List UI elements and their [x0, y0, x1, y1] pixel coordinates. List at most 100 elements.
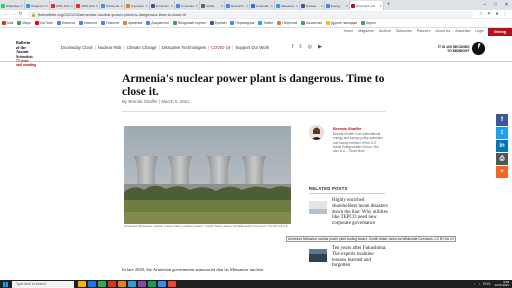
taskbar-app-icon[interactable] — [108, 281, 116, 287]
bookmark-item[interactable]: Документы — [146, 21, 169, 25]
browser-tab[interactable]: Armenia's nuc ✕ — [350, 1, 384, 10]
browser-tab[interactable]: Telegram Web✕ — [25, 1, 50, 10]
top-link[interactable]: Partners — [417, 29, 431, 33]
browser-tab[interactable]: Armenian ✕ — [250, 1, 275, 10]
bulletin-logo[interactable]: Bulletin of the Atomic Scientists 75 yea… — [16, 40, 42, 67]
related-post[interactable]: Highly enriched shareholders mean disast… — [309, 198, 389, 227]
address-bar[interactable]: 🔒 thebulletin.org/2021/03/armenias-nucle… — [28, 10, 473, 18]
browser-tab[interactable]: Аэропорт ✕ — [125, 1, 150, 10]
top-link[interactable]: Subscribe — [396, 29, 412, 33]
top-link[interactable]: Advertise — [455, 29, 470, 33]
related-post[interactable]: Ten years after Fukushima: The experts e… — [309, 246, 389, 269]
tab-close-icon[interactable]: ✕ — [120, 4, 123, 8]
top-link[interactable]: Archive — [379, 29, 391, 33]
related-post-title[interactable]: Ten years after Fukushima: The experts e… — [332, 246, 389, 269]
bookmark-item[interactable]: Новости — [56, 21, 75, 25]
bookmark-item[interactable]: Другие закладки — [326, 21, 357, 25]
volume-icon[interactable]: ♪ — [478, 282, 480, 286]
tab-close-icon[interactable]: ✕ — [45, 4, 48, 8]
browser-tab[interactable]: Nuclear ✕ — [300, 1, 325, 10]
bookmark-item[interactable]: Казахстан — [301, 21, 322, 25]
giving-button[interactable]: Giving — [488, 28, 512, 36]
browser-tab[interactable]: Armenian news✕ — [175, 1, 200, 10]
main-nav-item[interactable]: COVID-19 — [211, 45, 230, 50]
tab-close-icon[interactable]: ✕ — [20, 4, 23, 8]
tab-close-icon[interactable]: ✕ — [379, 4, 382, 8]
taskbar-app-icon[interactable] — [88, 281, 96, 287]
profile-icon[interactable]: ● — [493, 11, 501, 17]
star-icon[interactable]: ☆ — [477, 11, 485, 17]
top-link[interactable]: Home — [344, 29, 354, 33]
main-nav-item[interactable]: Support Our Work — [235, 45, 269, 50]
author-avatar[interactable] — [309, 125, 324, 140]
bookmark-item[interactable]: Ереван — [209, 21, 226, 25]
linkedin-share-icon[interactable]: in — [496, 140, 508, 152]
back-icon[interactable]: ← — [3, 11, 10, 17]
taskbar-app-icon[interactable] — [138, 281, 146, 287]
browser-tab[interactable]: Armenian ✕ — [150, 1, 175, 10]
browser-tab[interactable]: Metsamor ✕ — [275, 1, 300, 10]
bookmark-item[interactable]: Mail — [2, 21, 13, 25]
main-nav-item[interactable]: Disruptive Technologies — [162, 45, 206, 50]
tab-close-icon[interactable]: ✕ — [320, 4, 323, 8]
twitter-share-icon[interactable]: t — [496, 127, 508, 139]
bookmark-item[interactable]: YouTube — [34, 21, 53, 25]
taskbar-app-icon[interactable] — [158, 281, 166, 287]
bookmark-item[interactable]: Новости — [101, 21, 119, 25]
forward-icon[interactable]: → — [10, 11, 17, 17]
close-window-icon[interactable]: ✕ — [501, 0, 512, 10]
instagram-icon[interactable]: ◎ — [308, 44, 312, 50]
tab-close-icon[interactable]: ✕ — [295, 4, 298, 8]
browser-tab[interactable]: WhatsApp ✕ — [0, 1, 25, 10]
taskbar-app-icon[interactable] — [128, 281, 136, 287]
minimize-icon[interactable]: – — [479, 0, 490, 10]
twitter-icon[interactable]: 𝕥 — [299, 44, 301, 50]
browser-tab[interactable]: Energy ✕ — [325, 1, 350, 10]
top-link[interactable]: Login — [475, 29, 484, 33]
taskbar-app-icon[interactable] — [98, 281, 106, 287]
top-link[interactable]: About Us — [435, 29, 450, 33]
bookmark-item[interactable]: Фондовый портал — [172, 21, 206, 25]
facebook-icon[interactable]: f — [292, 44, 293, 50]
browser-tab[interactable]: (295) Inbox ✕ — [50, 1, 75, 10]
network-icon[interactable]: ◔ — [473, 282, 475, 286]
print-icon[interactable]: ⎙ — [496, 153, 508, 165]
tab-close-icon[interactable]: ✕ — [145, 4, 148, 8]
taskbar-search[interactable]: Type here to search — [12, 280, 74, 288]
bookmark-item[interactable]: Переводчик — [230, 21, 254, 25]
tab-close-icon[interactable]: ✕ — [195, 4, 198, 8]
main-nav-item[interactable]: Nuclear Risk — [98, 45, 122, 50]
tab-close-icon[interactable]: ✕ — [220, 4, 223, 8]
taskbar-app-icon[interactable] — [168, 281, 176, 287]
bookmark-item[interactable]: Новости — [78, 21, 97, 25]
doomsday-clock[interactable]: IT IS 100 SECONDS TO MIDNIGHT — [438, 42, 486, 55]
related-post-title[interactable]: Highly enriched shareholders mean disast… — [332, 198, 389, 227]
tab-close-icon[interactable]: ✕ — [245, 4, 248, 8]
menu-icon[interactable]: ⋮ — [501, 11, 509, 17]
bookmark-item[interactable]: Нефтегаз — [277, 21, 297, 25]
main-nav-item[interactable]: Climate Change — [127, 45, 157, 50]
browser-tab[interactable]: (295) Inbox ✕ — [75, 1, 100, 10]
browser-tab[interactable]: Sonia Life ✕ — [100, 1, 125, 10]
youtube-icon[interactable]: ▶ — [318, 44, 322, 50]
taskbar-app-icon[interactable] — [118, 281, 126, 287]
more-share-icon[interactable]: + — [496, 166, 508, 178]
extensions-icon[interactable]: ✦ — [485, 11, 493, 17]
tab-close-icon[interactable]: ✕ — [270, 4, 273, 8]
bookmark-item[interactable]: Карты — [361, 21, 376, 25]
tab-close-icon[interactable]: ✕ — [345, 4, 348, 8]
tab-close-icon[interactable]: ✕ — [95, 4, 98, 8]
language-indicator[interactable]: ENG — [483, 282, 490, 286]
main-nav-item[interactable]: Doomsday Clock — [61, 45, 93, 50]
reload-icon[interactable]: ↻ — [17, 11, 24, 17]
taskbar-app-icon[interactable] — [78, 281, 86, 287]
bookmark-item[interactable]: Армения — [123, 21, 142, 25]
cooling-towers-photo[interactable] — [124, 126, 291, 224]
browser-tab[interactable]: Article ✕ — [200, 1, 225, 10]
new-tab-icon[interactable]: + — [384, 1, 394, 10]
windows-start-icon[interactable] — [0, 280, 10, 288]
taskbar-app-icon[interactable] — [148, 281, 156, 287]
maximize-icon[interactable]: □ — [490, 0, 501, 10]
browser-tab[interactable]: Research ✕ — [225, 1, 250, 10]
author-name[interactable]: Brenda Shaffer — [333, 126, 362, 131]
